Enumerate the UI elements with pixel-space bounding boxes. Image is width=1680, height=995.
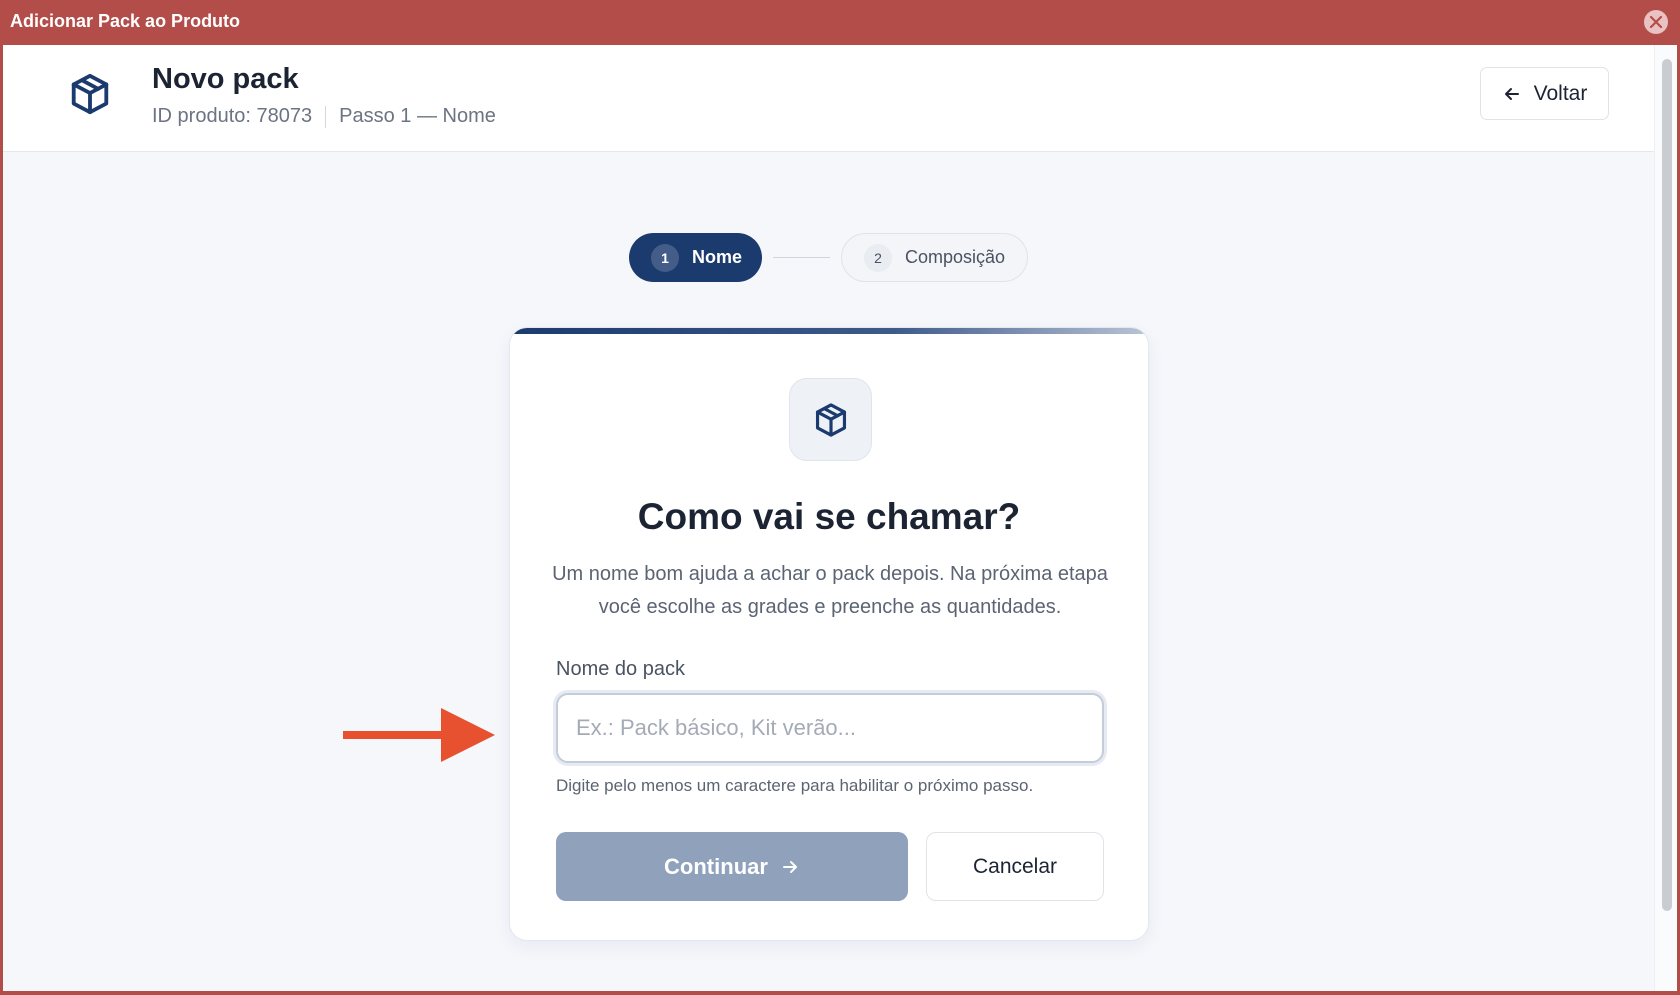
scrollbar[interactable] <box>1654 45 1677 991</box>
step-label: Nome <box>692 247 743 267</box>
card-accent-bar <box>510 328 1148 334</box>
pack-name-label: Nome do pack <box>556 658 685 680</box>
pack-name-hint: Digite pelo menos um caractere para habi… <box>556 776 1034 795</box>
name-card: Como vai se chamar? Um nome bom ajuda a … <box>509 327 1149 941</box>
arrow-right-icon <box>782 860 797 873</box>
continue-button-label: Continuar <box>664 853 768 879</box>
divider <box>325 105 327 128</box>
scrollbar-thumb[interactable] <box>1662 59 1672 911</box>
window-titlebar: Adicionar Pack ao Produto <box>0 0 1680 45</box>
dialog-window: Novo pack ID produto: 78073 Passo 1 — No… <box>3 45 1677 991</box>
cancel-button-label: Cancelar <box>972 854 1058 878</box>
arrow-left-icon <box>1504 87 1519 100</box>
card-title: Como vai se chamar? <box>637 496 1021 537</box>
cancel-button[interactable]: Cancelar <box>926 832 1104 901</box>
step-indicator-text: Passo 1 — Nome <box>339 105 496 127</box>
step-connector <box>773 257 830 258</box>
pack-name-input[interactable] <box>556 693 1104 763</box>
close-icon[interactable] <box>1644 10 1668 34</box>
page-title: Novo pack <box>152 63 299 95</box>
pointer-arrow-icon <box>343 708 495 762</box>
step-number: 1 <box>651 243 679 272</box>
card-icon-tile <box>789 378 872 461</box>
package-icon <box>71 73 109 115</box>
product-id: ID produto: 78073 <box>152 105 313 127</box>
step-composicao[interactable]: 2 Composição <box>841 233 1028 282</box>
page-subtitle: ID produto: 78073 Passo 1 — Nome <box>152 105 496 128</box>
back-button-label: Voltar <box>1533 81 1588 105</box>
window-title: Adicionar Pack ao Produto <box>10 11 241 31</box>
step-nome[interactable]: 1 Nome <box>629 233 762 282</box>
step-label: Composição <box>905 247 1006 267</box>
page-header: Novo pack ID produto: 78073 Passo 1 — No… <box>3 45 1654 152</box>
back-button[interactable]: Voltar <box>1480 67 1609 120</box>
card-description: Um nome bom ajuda a achar o pack depois.… <box>552 563 1108 618</box>
package-icon <box>815 402 846 437</box>
step-number: 2 <box>864 243 892 272</box>
continue-button[interactable]: Continuar <box>556 832 908 901</box>
stepper: 1 Nome 2 Composição <box>3 233 1654 283</box>
